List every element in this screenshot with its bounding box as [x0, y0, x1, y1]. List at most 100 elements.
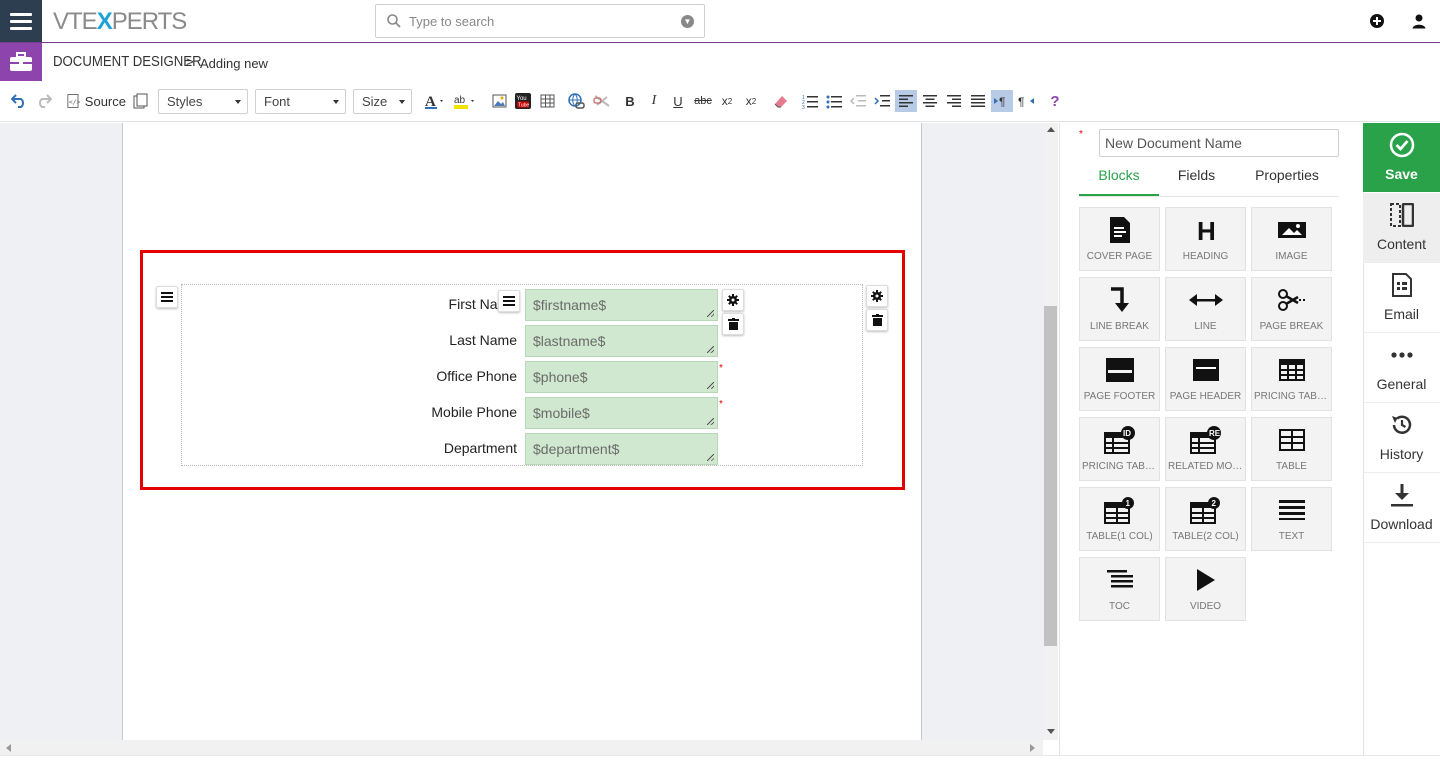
breadcrumb-separator: > — [186, 54, 194, 69]
tab-fields[interactable]: Fields — [1160, 168, 1233, 196]
user-icon[interactable] — [1411, 13, 1427, 29]
block-tile-pricing-table-id[interactable]: ID PRICING TABLE — [1079, 417, 1160, 481]
horizontal-scrollbar[interactable] — [0, 740, 1043, 755]
block-drag-handle-icon[interactable] — [156, 286, 178, 308]
align-left-icon[interactable] — [895, 90, 917, 112]
block-tile-video[interactable]: VIDEO — [1165, 557, 1246, 621]
briefcase-icon[interactable] — [0, 43, 42, 81]
font-dropdown[interactable]: Font — [255, 89, 346, 114]
block-tile-related-modules[interactable]: RE RELATED MODULES — [1165, 417, 1246, 481]
field-placeholder[interactable]: $department$ — [525, 433, 718, 465]
block-tile-label: TOC — [1109, 601, 1130, 612]
block-tile-table-1-col[interactable]: 1 TABLE(1 COL) — [1079, 487, 1160, 551]
document-name-input[interactable] — [1099, 129, 1339, 157]
required-mark: * — [719, 363, 723, 374]
nav-content[interactable]: Content — [1363, 193, 1440, 263]
indent-icon[interactable] — [872, 90, 892, 112]
field-label: Last Name — [449, 332, 517, 348]
scroll-thumb[interactable] — [1044, 306, 1057, 646]
row-drag-handle-icon[interactable] — [498, 290, 520, 312]
general-icon — [1389, 342, 1415, 368]
bullet-list-icon[interactable] — [824, 90, 844, 112]
logo[interactable]: VTEXPERTS — [53, 8, 187, 36]
form-row: First Name $firstname$ — [182, 287, 864, 321]
align-center-icon[interactable] — [920, 90, 940, 112]
bg-color-icon[interactable]: ab — [452, 90, 478, 112]
strikethrough-icon[interactable]: abc — [693, 90, 713, 112]
block-tile-cover-page[interactable]: COVER PAGE — [1079, 207, 1160, 271]
nav-history[interactable]: History — [1363, 403, 1440, 473]
align-right-icon[interactable] — [944, 90, 964, 112]
nav-label: General — [1376, 376, 1427, 392]
vertical-scrollbar[interactable] — [1043, 123, 1058, 740]
block-tile-page-header[interactable]: PAGE HEADER — [1165, 347, 1246, 411]
field-label: Office Phone — [436, 368, 517, 384]
redo-icon[interactable] — [35, 90, 53, 112]
youtube-icon[interactable]: You Tube — [514, 90, 532, 112]
required-mark: * — [719, 399, 723, 410]
field-placeholder[interactable]: $mobile$ — [525, 397, 718, 429]
nav-label: Content — [1376, 236, 1427, 252]
svg-text:Tube: Tube — [518, 103, 529, 109]
add-icon[interactable] — [1369, 13, 1385, 29]
pricing-table-id-icon: ID — [1080, 426, 1159, 454]
numbered-list-icon[interactable]: 123 — [800, 90, 820, 112]
outdent-icon[interactable] — [848, 90, 868, 112]
align-justify-icon[interactable] — [968, 90, 988, 112]
block-tile-page-break[interactable]: PAGE BREAK — [1251, 277, 1332, 341]
block-settings-icon[interactable] — [866, 285, 888, 307]
unlink-icon[interactable] — [592, 90, 612, 112]
field-placeholder[interactable]: $phone$ — [525, 361, 718, 393]
heading-icon: H — [1166, 216, 1245, 244]
styles-dropdown[interactable]: Styles — [158, 89, 248, 114]
tab-blocks[interactable]: Blocks — [1079, 168, 1159, 196]
nav-email[interactable]: Email — [1363, 263, 1440, 333]
underline-icon[interactable]: U — [670, 90, 686, 112]
image-insert-icon[interactable] — [490, 90, 508, 112]
undo-icon[interactable] — [10, 90, 28, 112]
module-title[interactable]: DOCUMENT DESIGNER — [53, 53, 202, 70]
block-tile-toc[interactable]: TOC — [1079, 557, 1160, 621]
search-options-icon[interactable]: ▼ — [681, 15, 694, 28]
text-icon — [1252, 496, 1331, 524]
size-dropdown[interactable]: Size — [353, 89, 412, 114]
subscript-icon[interactable]: x2 — [718, 90, 736, 112]
italic-icon[interactable]: I — [646, 90, 662, 112]
text-color-icon[interactable]: A — [423, 90, 447, 112]
search-input[interactable] — [409, 11, 669, 31]
text-direction-ltr-icon[interactable]: ¶ — [991, 90, 1013, 112]
superscript-icon[interactable]: x2 — [742, 90, 760, 112]
block-tile-line[interactable]: LINE — [1165, 277, 1246, 341]
block-tile-label: TABLE(1 COL) — [1086, 531, 1153, 542]
table-insert-icon[interactable] — [538, 90, 556, 112]
block-tile-label: LINE — [1194, 321, 1217, 332]
block-delete-icon[interactable] — [866, 309, 888, 331]
field-placeholder[interactable]: $firstname$ — [525, 289, 718, 321]
menu-icon[interactable] — [0, 0, 42, 42]
row-delete-icon[interactable] — [722, 313, 744, 335]
source-button[interactable]: </> Source — [66, 90, 126, 112]
block-tile-table-2-col[interactable]: 2 TABLE(2 COL) — [1165, 487, 1246, 551]
block-tile-pricing-table[interactable]: PRICING TABLE — [1251, 347, 1332, 411]
fields-block[interactable]: First Name $firstname$ Last Name $lastna… — [181, 284, 863, 466]
cover-page-icon — [1080, 216, 1159, 244]
link-icon[interactable] — [566, 90, 586, 112]
help-icon[interactable]: ? — [1046, 90, 1064, 112]
text-direction-rtl-icon[interactable]: ¶ — [1016, 90, 1036, 112]
line-icon — [1166, 286, 1245, 314]
preview-icon[interactable] — [131, 90, 149, 112]
save-button[interactable]: Save — [1363, 123, 1440, 192]
field-placeholder[interactable]: $lastname$ — [525, 325, 718, 357]
block-tile-table[interactable]: TABLE — [1251, 417, 1332, 481]
nav-general[interactable]: General — [1363, 333, 1440, 403]
nav-download[interactable]: Download — [1363, 473, 1440, 543]
tab-properties[interactable]: Properties — [1236, 168, 1338, 196]
bold-icon[interactable]: B — [622, 90, 638, 112]
block-tile-line-break[interactable]: LINE BREAK — [1079, 277, 1160, 341]
remove-format-icon[interactable] — [771, 90, 791, 112]
block-tile-text[interactable]: TEXT — [1251, 487, 1332, 551]
block-tile-image[interactable]: IMAGE — [1251, 207, 1332, 271]
row-settings-icon[interactable] — [722, 289, 744, 311]
block-tile-heading[interactable]: H HEADING — [1165, 207, 1246, 271]
block-tile-page-footer[interactable]: PAGE FOOTER — [1079, 347, 1160, 411]
